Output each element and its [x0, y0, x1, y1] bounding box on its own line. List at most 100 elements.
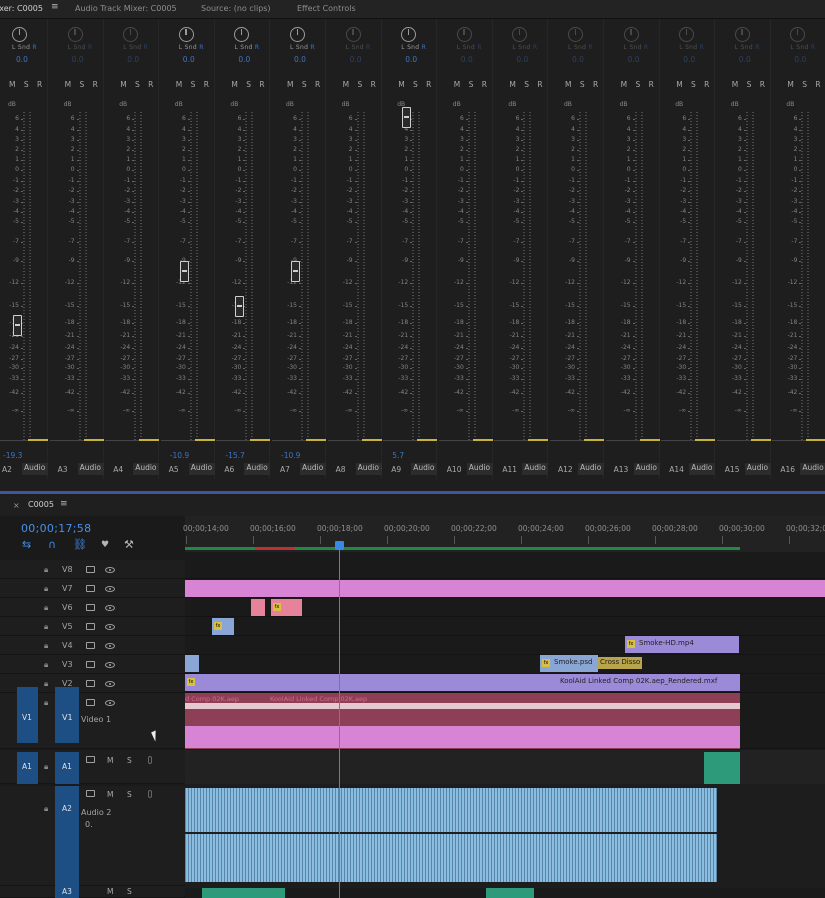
solo-button[interactable]: S — [127, 756, 132, 765]
pan-knob[interactable] — [679, 27, 695, 42]
pan-value[interactable]: 0.0 — [461, 55, 473, 64]
track-header-a2[interactable]: A2 🔒︎ M S Audio 2 0. — [0, 786, 185, 886]
playhead-line[interactable] — [339, 544, 340, 898]
clip-a3-b[interactable] — [486, 888, 534, 898]
volume-readout[interactable]: -15.7 — [225, 451, 244, 460]
lock-icon[interactable]: 🔒︎ — [44, 762, 48, 772]
mute-solo-record-buttons[interactable]: M S R — [231, 80, 267, 89]
sync-lock-icon[interactable] — [86, 699, 95, 706]
pan-value[interactable]: 0.0 — [294, 55, 306, 64]
strip-track-name[interactable]: Audio 16 — [800, 463, 825, 475]
track-lane[interactable] — [185, 655, 825, 674]
clip-a3-a[interactable] — [202, 888, 285, 898]
strip-track-name[interactable]: Audio 9 — [411, 463, 438, 475]
pan-knob[interactable] — [67, 27, 83, 42]
track-name[interactable]: V3 — [62, 660, 73, 669]
track-name[interactable]: V8 — [62, 565, 73, 574]
volume-fader[interactable] — [402, 106, 412, 128]
mute-solo-record-buttons[interactable]: M S R — [65, 80, 101, 89]
snap-icon[interactable]: ∩ — [48, 538, 56, 551]
strip-track-name[interactable]: Audio 7 — [300, 463, 326, 475]
sync-lock-icon[interactable] — [86, 790, 95, 797]
mute-solo-record-buttons[interactable]: M S R — [9, 80, 45, 89]
mute-solo-record-buttons[interactable]: M S R — [120, 80, 156, 89]
track-name[interactable]: V5 — [62, 622, 73, 631]
strip-track-name[interactable]: Audio 13 — [633, 463, 660, 475]
pan-knob[interactable] — [512, 27, 528, 42]
mute-solo-record-buttons[interactable]: M S R — [343, 80, 379, 89]
strip-track-name[interactable]: Audio 4 — [133, 463, 160, 475]
track-header-a3[interactable]: A3 M S — [0, 886, 185, 898]
mute-solo-record-buttons[interactable]: M S R — [176, 80, 212, 89]
pan-value[interactable]: 0.0 — [628, 55, 640, 64]
panel-menu-icon[interactable]: ≡ — [51, 2, 59, 12]
track-name[interactable]: V6 — [62, 603, 73, 612]
eye-icon[interactable] — [105, 605, 115, 611]
volume-fader[interactable] — [291, 260, 300, 282]
sync-lock-icon[interactable] — [86, 661, 95, 668]
sequence-tab[interactable]: C0005 — [28, 500, 54, 509]
pan-knob[interactable] — [401, 27, 417, 42]
solo-button[interactable]: S — [127, 790, 132, 799]
track-header-v4[interactable]: 🔒︎ V4 — [0, 636, 185, 655]
clip-v6-b[interactable]: fx — [271, 599, 302, 616]
strip-track-name[interactable]: Audio 15 — [744, 463, 771, 475]
sync-lock-icon[interactable] — [86, 642, 95, 649]
volume-fader[interactable] — [235, 295, 245, 317]
pan-knob[interactable] — [623, 27, 639, 42]
mute-button[interactable]: M — [107, 887, 113, 896]
mute-solo-record-buttons[interactable]: M S R — [454, 80, 490, 89]
linked-selection-icon[interactable]: ⛓ — [73, 538, 87, 551]
pan-knob[interactable] — [234, 27, 250, 42]
close-icon[interactable]: × — [13, 501, 20, 510]
marker-icon[interactable]: ♥ — [101, 540, 109, 550]
clip-v3-edge[interactable] — [185, 655, 199, 672]
menu-icon[interactable]: ≡ — [60, 499, 68, 509]
pan-value[interactable]: 0.0 — [683, 55, 695, 64]
strip-track-name[interactable]: Audio 14 — [689, 463, 716, 475]
pan-value[interactable]: 0.0 — [516, 55, 528, 64]
strip-track-name[interactable]: Audio 10 — [466, 463, 493, 475]
eye-icon[interactable] — [105, 586, 115, 592]
strip-track-name[interactable]: Audio 5 — [188, 463, 215, 475]
clip-v5[interactable]: fx — [212, 618, 234, 635]
volume-readout[interactable]: -10.9 — [281, 451, 300, 460]
volume-fader[interactable] — [13, 314, 22, 336]
pan-value[interactable]: 0.0 — [350, 55, 362, 64]
track-header-v5[interactable]: 🔒︎ V5 — [0, 617, 185, 636]
pan-knob[interactable] — [345, 27, 361, 42]
tab-audio-track-mixer[interactable]: Audio Track Mixer: C0005 — [75, 4, 177, 13]
strip-track-name[interactable]: Audio 12 — [578, 463, 604, 475]
clip-v1-lower[interactable] — [185, 726, 740, 748]
track-header-v6[interactable]: 🔒︎ V6 — [0, 598, 185, 617]
lock-icon[interactable]: 🔒︎ — [44, 622, 48, 632]
clip-koolaid-rendered[interactable]: fx KoolAid Linked Comp 02K.aep_Rendered.m… — [185, 674, 740, 691]
lock-icon[interactable]: 🔒︎ — [44, 565, 48, 575]
lock-icon[interactable]: 🔒︎ — [44, 660, 48, 670]
eye-icon[interactable] — [105, 681, 115, 687]
eye-icon[interactable] — [105, 567, 115, 573]
lock-icon[interactable]: 🔒︎ — [44, 804, 48, 814]
lock-icon[interactable]: 🔒︎ — [44, 698, 48, 708]
pan-value[interactable]: 0.0 — [72, 55, 84, 64]
mic-icon[interactable] — [148, 790, 152, 798]
pan-knob[interactable] — [178, 27, 194, 42]
volume-readout[interactable]: 5.7 — [392, 451, 404, 460]
pan-knob[interactable] — [456, 27, 472, 42]
strip-track-name[interactable]: Audio 2 — [22, 463, 48, 475]
time-ruler[interactable]: 00;00;14;00 00;00;16;00 00;00;18;00 00;00;2… — [183, 516, 825, 552]
eye-icon[interactable] — [105, 700, 115, 706]
volume-fader[interactable] — [179, 260, 189, 282]
pan-knob[interactable] — [734, 27, 750, 42]
mute-solo-record-buttons[interactable]: M S R — [787, 80, 823, 89]
track-header-v7[interactable]: 🔒︎ V7 — [0, 579, 185, 598]
track-name[interactable]: V4 — [62, 641, 73, 650]
mute-solo-record-buttons[interactable]: M S R — [565, 80, 601, 89]
strip-track-name[interactable]: Audio 11 — [522, 463, 549, 475]
track-header-v8[interactable]: 🔒︎ V8 — [0, 560, 185, 579]
solo-button[interactable]: S — [127, 887, 132, 896]
sync-lock-icon[interactable] — [86, 604, 95, 611]
track-lane[interactable] — [185, 617, 825, 636]
tab-mixer[interactable]: ixer: C0005 — [0, 4, 43, 13]
tab-effect-controls[interactable]: Effect Controls — [297, 4, 356, 13]
